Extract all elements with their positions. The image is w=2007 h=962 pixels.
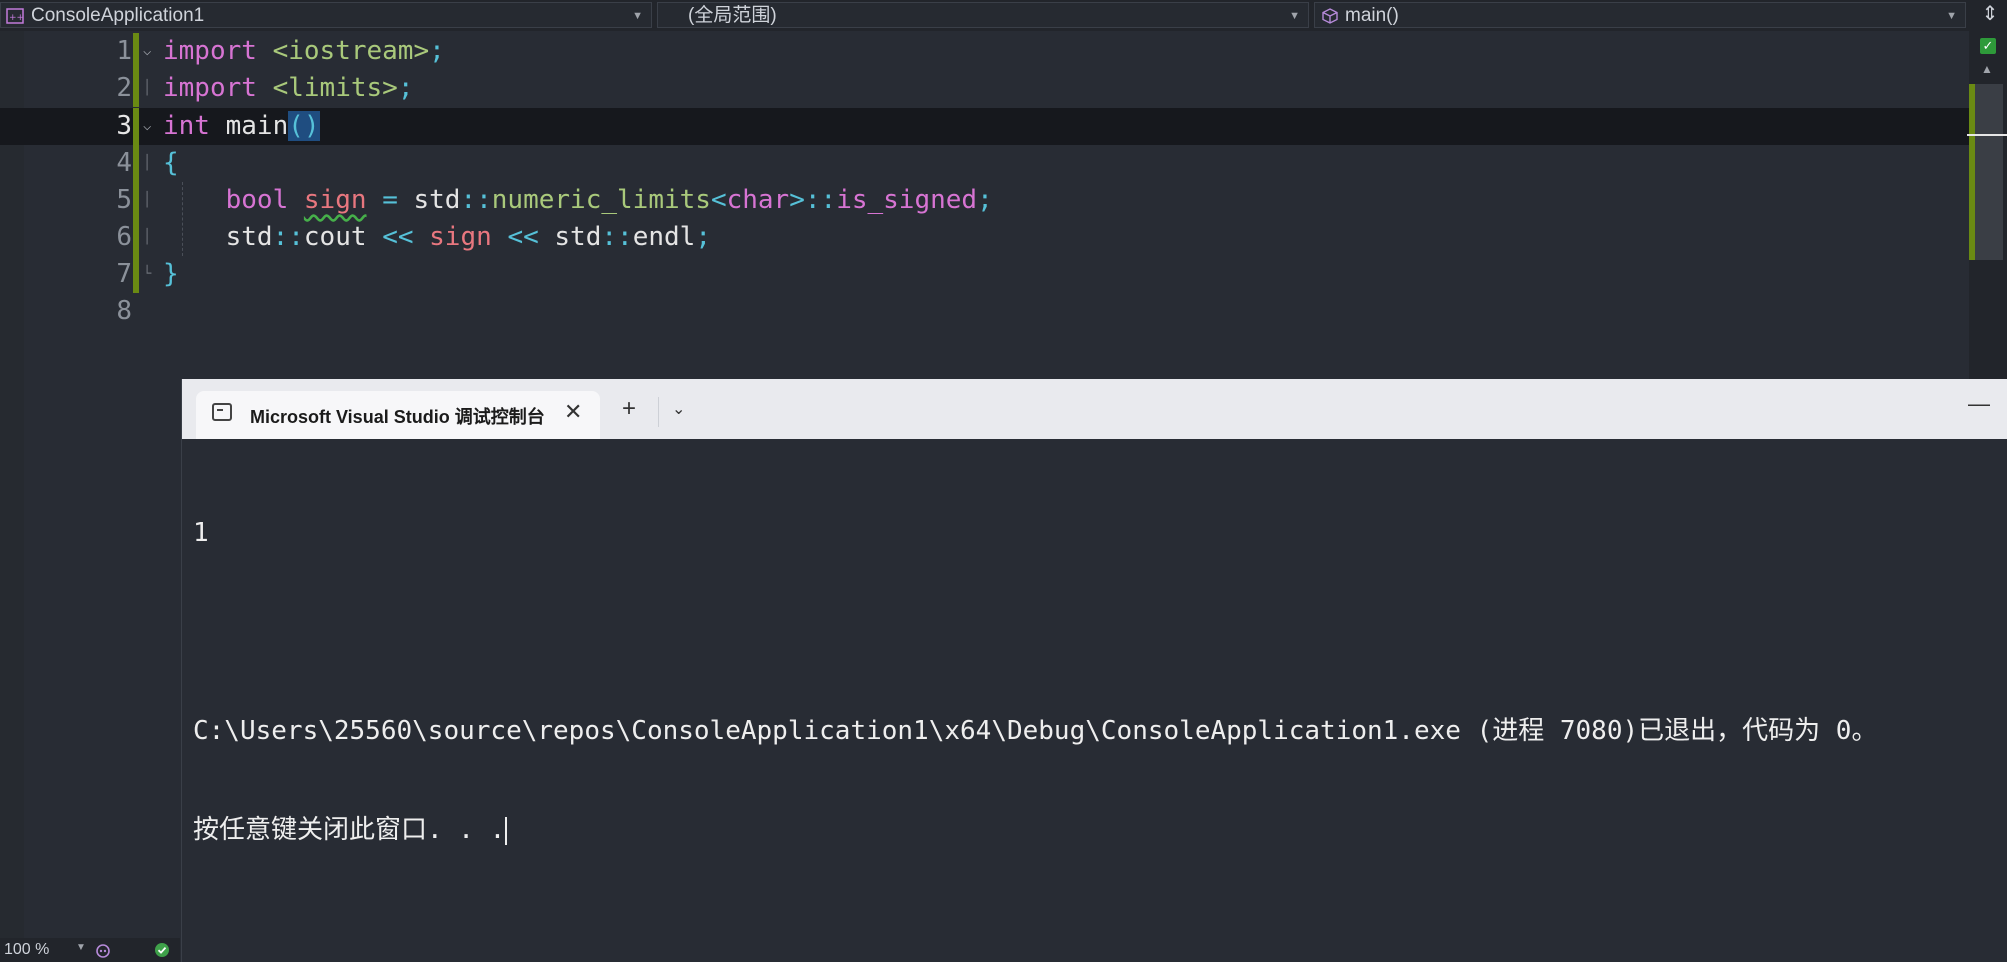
function-cube-icon (1322, 8, 1338, 24)
caret-overview-marker (1967, 134, 2007, 136)
line-number: 3 (116, 111, 132, 141)
change-indicator (133, 70, 139, 107)
code-line: 8 (0, 293, 1969, 330)
code-text: import <iostream>; (163, 36, 445, 66)
code-text: std::cout << sign << std::endl; (225, 222, 711, 252)
code-line: 4 │ { (0, 145, 1969, 182)
code-text: import <limits>; (163, 73, 414, 103)
zoom-level[interactable]: 100 % (4, 941, 49, 959)
fold-guide: │ (143, 229, 152, 245)
code-text: int main() (163, 111, 320, 141)
change-overview-marker (1969, 84, 1975, 260)
code-text: bool sign = std::numeric_limits<char>::i… (225, 185, 993, 215)
project-icon: ++ (6, 8, 24, 24)
split-window-icon[interactable]: ⇕ (1977, 2, 2003, 28)
close-icon[interactable]: ✕ (564, 399, 582, 425)
code-line: 6 │ std::cout << sign << std::endl; (0, 219, 1969, 256)
change-indicator (133, 219, 139, 256)
titlebar-divider (658, 397, 659, 427)
line-number: 4 (116, 148, 132, 178)
copilot-icon[interactable] (94, 941, 112, 959)
code-line: 7 └ } (0, 256, 1969, 293)
change-indicator (133, 145, 139, 182)
scope-dropdown[interactable]: (全局范围) ▼ (657, 2, 1309, 28)
line-number: 6 (116, 222, 132, 252)
console-tab-title: Microsoft Visual Studio 调试控制台 (250, 407, 545, 427)
fold-guide: │ (143, 80, 152, 96)
console-output-line: 1 (193, 518, 209, 548)
change-indicator (133, 33, 139, 70)
project-dropdown[interactable]: ++ ConsoleApplication1 ▼ (0, 2, 652, 28)
change-indicator (133, 108, 139, 145)
scope-name: (全局范围) (688, 5, 777, 26)
console-tab[interactable]: Microsoft Visual Studio 调试控制台 ✕ (196, 391, 600, 439)
code-line: 2 │ import <limits>; (0, 70, 1969, 107)
member-name: main() (1345, 5, 1399, 26)
chevron-down-icon: ▼ (1289, 10, 1300, 22)
scroll-up-arrow-icon[interactable]: ▲ (1981, 62, 1993, 76)
console-titlebar: Microsoft Visual Studio 调试控制台 ✕ + ⌄ — (182, 379, 2007, 439)
fold-guide: │ (143, 192, 152, 208)
no-issues-icon[interactable] (154, 942, 170, 958)
line-number: 7 (116, 259, 132, 289)
fold-chevron-icon[interactable]: ⌵ (143, 108, 151, 145)
code-text: { (163, 148, 179, 178)
change-indicator (133, 256, 139, 293)
member-dropdown[interactable]: main() ▼ (1314, 2, 1966, 28)
console-output-line: C:\Users\25560\source\repos\ConsoleAppli… (193, 716, 1878, 746)
line-number: 8 (116, 296, 132, 326)
chevron-down-icon: ▼ (632, 10, 643, 22)
console-output-line-last: 按任意键关闭此窗口. . . (193, 815, 508, 845)
code-line-current: 3 ⌵ int main() (0, 108, 1969, 145)
line-number: 5 (116, 185, 132, 215)
fold-guide: └ (143, 266, 152, 282)
project-name: ConsoleApplication1 (31, 5, 205, 26)
fold-guide: │ (143, 155, 152, 171)
code-line: 1 ⌵ import <iostream>; (0, 33, 1969, 70)
line-number: 2 (116, 73, 132, 103)
new-tab-plus-icon[interactable]: + (622, 397, 636, 421)
text-cursor (505, 816, 508, 845)
fold-chevron-icon[interactable]: ⌵ (143, 33, 151, 70)
minimize-icon[interactable]: — (1968, 391, 1990, 417)
scrollbar-thumb[interactable] (1973, 84, 2003, 260)
no-issues-check-icon[interactable]: ✓ (1980, 38, 1996, 54)
code-text: } (163, 259, 179, 289)
code-line: 5 │ bool sign = std::numeric_limits<char… (0, 182, 1969, 219)
line-number: 1 (116, 36, 132, 66)
chevron-down-icon: ▼ (1946, 10, 1957, 22)
terminal-icon (212, 403, 232, 421)
debug-console-window[interactable]: Microsoft Visual Studio 调试控制台 ✕ + ⌄ — 1 … (181, 379, 2007, 962)
indent-guide (182, 182, 184, 256)
svg-text:++: ++ (9, 13, 24, 23)
squiggle-warning: sign (303, 185, 367, 215)
zoom-chevron-down-icon[interactable]: ▼ (76, 942, 86, 953)
navigation-bar: ++ ConsoleApplication1 ▼ (全局范围) ▼ main()… (0, 0, 2007, 32)
change-indicator (133, 182, 139, 219)
editor-status-bar: 100 % ▼ (0, 938, 180, 962)
chevron-down-icon[interactable]: ⌄ (672, 399, 685, 419)
console-output[interactable]: 1 C:\Users\25560\source\repos\ConsoleApp… (193, 451, 2003, 913)
